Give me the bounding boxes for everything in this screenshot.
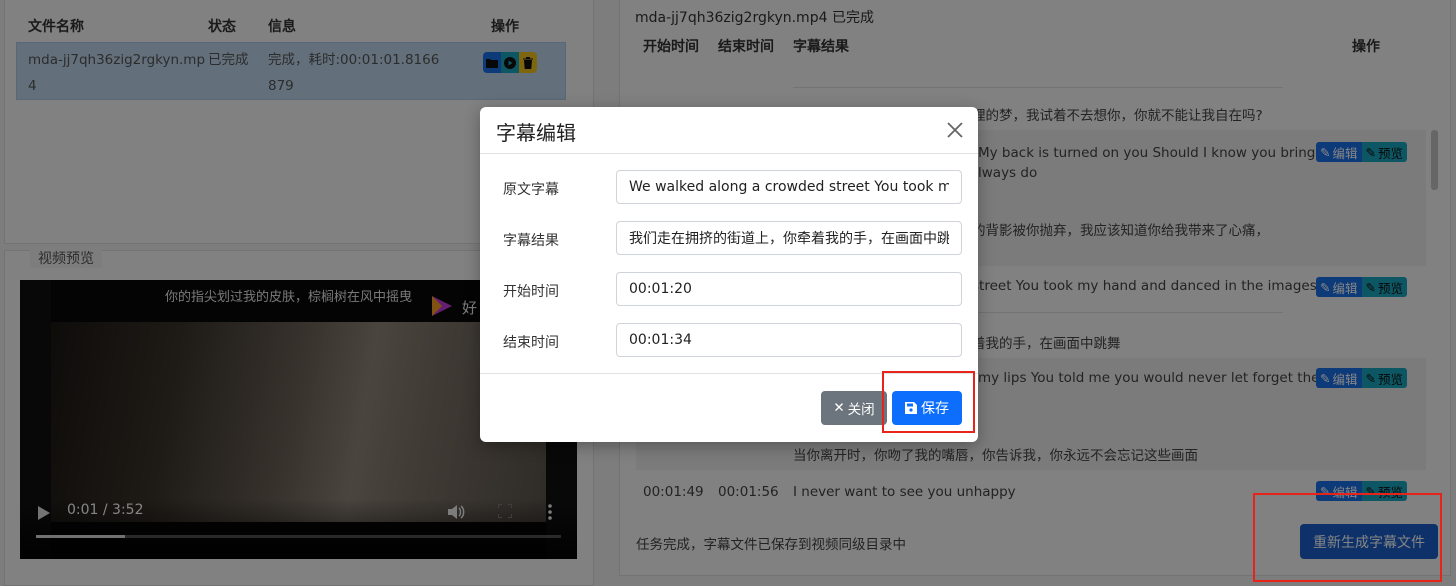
subtitle-result-label: 字幕结果	[503, 233, 559, 249]
modal-header: 字幕编辑	[480, 107, 978, 154]
annotation-highlight-save	[882, 371, 975, 433]
end-time-label: 结束时间	[503, 335, 559, 351]
original-subtitle-input[interactable]	[616, 170, 962, 204]
modal-title: 字幕编辑	[496, 121, 576, 145]
close-button[interactable]: ✕ 关闭	[821, 391, 887, 425]
x-icon: ✕	[833, 400, 845, 416]
original-subtitle-label: 原文字幕	[503, 182, 559, 198]
close-icon[interactable]	[946, 121, 964, 139]
annotation-highlight-regenerate	[1253, 493, 1442, 582]
start-time-label: 开始时间	[503, 284, 559, 300]
subtitle-result-input[interactable]	[616, 221, 962, 255]
end-time-input[interactable]	[616, 323, 962, 357]
start-time-input[interactable]	[616, 272, 962, 306]
